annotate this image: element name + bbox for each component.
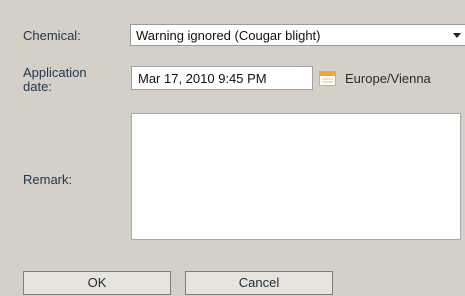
chemical-select[interactable]: Warning ignored (Cougar blight) bbox=[130, 24, 465, 46]
chemical-selected-value: Warning ignored (Cougar blight) bbox=[136, 28, 321, 43]
chemical-label: Chemical: bbox=[23, 28, 81, 43]
cancel-button[interactable]: Cancel bbox=[185, 271, 333, 295]
application-date-label: Application date: bbox=[23, 65, 87, 94]
application-date-value: Mar 17, 2010 9:45 PM bbox=[138, 71, 267, 86]
remark-textarea[interactable] bbox=[131, 113, 461, 240]
ok-button[interactable]: OK bbox=[23, 271, 171, 295]
application-date-field[interactable]: Mar 17, 2010 9:45 PM bbox=[131, 66, 313, 90]
calendar-icon[interactable] bbox=[319, 71, 336, 86]
remark-label: Remark: bbox=[23, 172, 73, 187]
timezone-label: Europe/Vienna bbox=[345, 71, 431, 86]
chevron-down-icon[interactable] bbox=[453, 33, 461, 38]
